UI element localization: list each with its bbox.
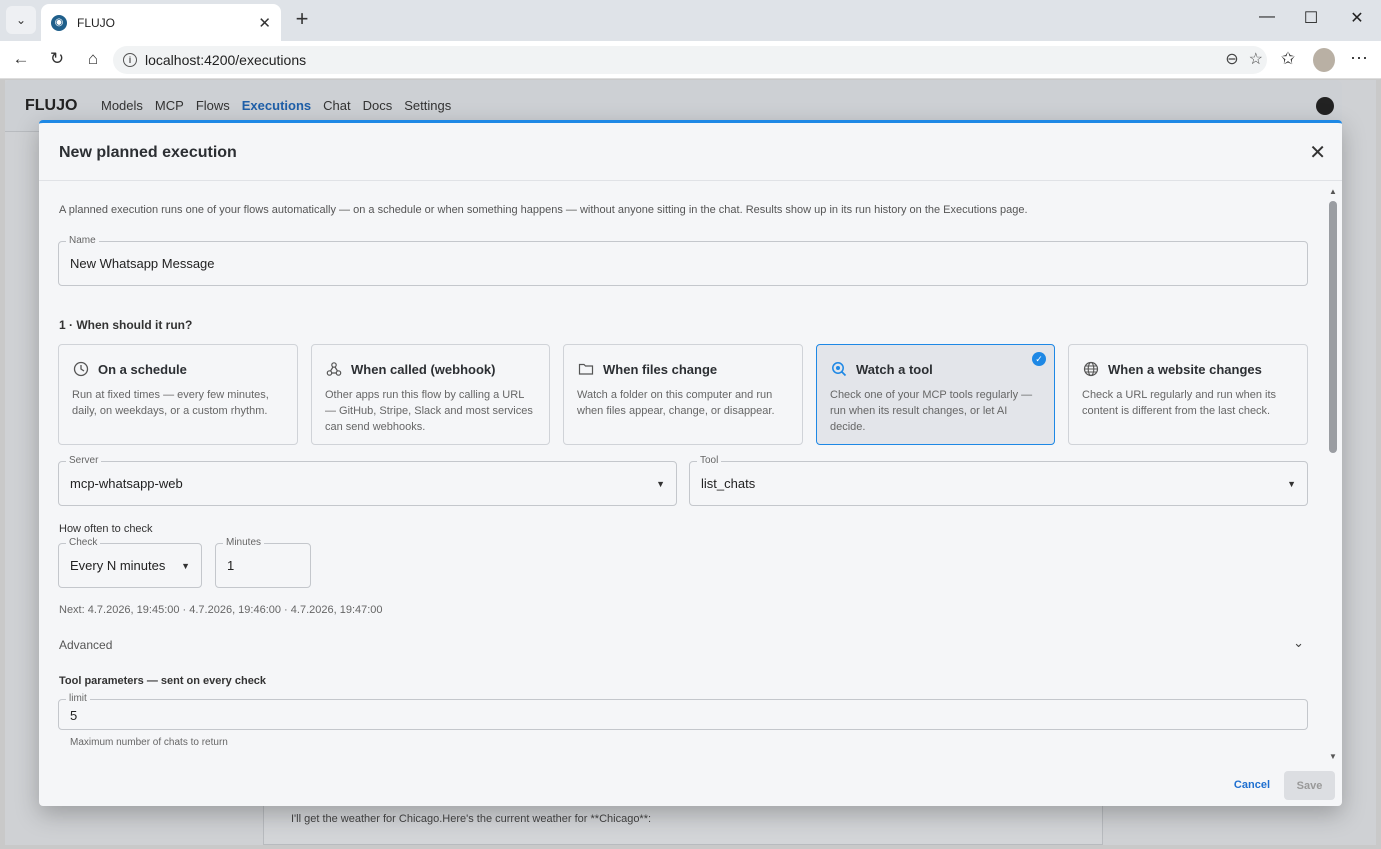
selected-check-icon: ✓ — [1032, 352, 1046, 366]
window-close-button[interactable]: ✕ — [1345, 8, 1369, 32]
name-field[interactable]: Name New Whatsapp Message — [58, 235, 1308, 286]
dropdown-caret-icon: ▼ — [1287, 479, 1296, 489]
nav-settings[interactable]: Settings — [404, 98, 451, 113]
name-label: Name — [66, 235, 99, 246]
more-menu-icon[interactable]: ⋯ — [1350, 48, 1368, 69]
trigger-title: When called (webhook) — [351, 361, 496, 377]
server-label: Server — [66, 455, 102, 466]
home-button[interactable]: ⌂ — [81, 49, 105, 71]
background-chat-panel: I'll get the weather for Chicago.Here's … — [263, 800, 1103, 845]
nav-executions[interactable]: Executions — [242, 98, 311, 113]
nav-models[interactable]: Models — [101, 98, 143, 113]
server-select[interactable]: Server mcp-whatsapp-web ▼ — [58, 455, 677, 506]
trigger-desc: Other apps run this flow by calling a UR… — [325, 389, 533, 433]
address-bar[interactable]: i localhost:4200/executions ⊖ ☆ — [113, 46, 1267, 74]
reload-button[interactable]: ↻ — [45, 49, 69, 71]
minutes-value: 1 — [227, 558, 235, 573]
check-label: Check — [66, 537, 101, 548]
limit-hint: Maximum number of chats to return — [70, 737, 228, 748]
back-button[interactable]: ← — [9, 49, 33, 71]
maximize-button[interactable]: ☐ — [1299, 8, 1323, 32]
folder-icon — [577, 360, 595, 378]
dropdown-caret-icon: ▼ — [181, 561, 190, 571]
chevron-down-icon: ⌄ — [15, 13, 27, 27]
scroll-down-icon[interactable]: ▼ — [1329, 752, 1337, 761]
dialog-title: New planned execution — [59, 144, 237, 161]
profile-avatar[interactable] — [1313, 48, 1335, 72]
tab-search-button[interactable]: ⌄ — [6, 6, 36, 34]
next-run-times: Next: 4.7.2026, 19:45:00 · 4.7.2026, 19:… — [59, 604, 383, 616]
cancel-button[interactable]: Cancel — [1234, 779, 1270, 791]
bookmark-star-icon[interactable]: ☆ — [1249, 49, 1263, 69]
dropdown-caret-icon: ▼ — [656, 479, 665, 489]
favorites-icon[interactable]: ✩ — [1276, 49, 1300, 71]
tool-label: Tool — [697, 455, 722, 466]
nav-mcp[interactable]: MCP — [155, 98, 184, 113]
theme-toggle-icon[interactable] — [1316, 97, 1334, 115]
name-value: New Whatsapp Message — [70, 256, 215, 271]
app-brand[interactable]: FLUJO — [25, 97, 77, 115]
background-chat-text: I'll get the weather for Chicago.Here's … — [291, 813, 652, 825]
trigger-title: When files change — [603, 361, 718, 377]
url-text: localhost:4200/executions — [145, 52, 307, 68]
trigger-card-files[interactable]: When files change Watch a folder on this… — [563, 344, 803, 445]
trigger-card-website[interactable]: When a website changes Check a URL regul… — [1068, 344, 1308, 445]
trigger-card-webhook[interactable]: When called (webhook) Other apps run thi… — [311, 344, 550, 445]
how-often-title: How often to check — [59, 523, 153, 535]
trigger-desc: Run at fixed times — every few minutes, … — [72, 389, 269, 417]
dialog-header: New planned execution ✕ — [39, 123, 1342, 181]
dialog-intro: A planned execution runs one of your flo… — [59, 204, 1028, 216]
webhook-icon — [325, 360, 343, 378]
trigger-card-schedule[interactable]: On a schedule Run at fixed times — every… — [58, 344, 298, 445]
trigger-title: On a schedule — [98, 361, 187, 377]
zoom-icon[interactable]: ⊖ — [1225, 49, 1238, 69]
trigger-desc: Check one of your MCP tools regularly — … — [830, 389, 1033, 433]
tool-params-title: Tool parameters — sent on every check — [59, 675, 267, 687]
minutes-input[interactable]: Minutes 1 — [215, 537, 311, 588]
minimize-button[interactable]: — — [1255, 8, 1279, 32]
server-value: mcp-whatsapp-web — [70, 476, 183, 491]
advanced-toggle[interactable]: Advanced — [59, 638, 112, 652]
check-value: Every N minutes — [70, 558, 166, 573]
clock-icon — [72, 360, 90, 378]
trigger-title: When a website changes — [1108, 361, 1262, 377]
minutes-label: Minutes — [223, 537, 265, 548]
trigger-desc: Check a URL regularly and run when its c… — [1082, 389, 1277, 417]
nav-docs[interactable]: Docs — [363, 98, 393, 113]
scrollbar-thumb[interactable] — [1329, 201, 1337, 453]
check-select[interactable]: Check Every N minutes ▼ — [58, 537, 202, 588]
flujo-favicon-icon: ◉ — [51, 14, 67, 31]
scroll-up-icon[interactable]: ▲ — [1329, 187, 1337, 196]
nav-chat[interactable]: Chat — [323, 98, 350, 113]
globe-icon — [1082, 360, 1100, 378]
close-icon[interactable]: ✕ — [1309, 140, 1326, 165]
limit-label: limit — [66, 693, 90, 704]
chevron-down-icon[interactable]: ⌄ — [1293, 635, 1304, 651]
new-execution-dialog: New planned execution ✕ A planned execut… — [39, 120, 1342, 806]
browser-tabbar: ⌄ ◉ FLUJO ✕ + — ☐ ✕ — [0, 0, 1381, 41]
site-info-icon[interactable]: i — [123, 53, 137, 67]
limit-value: 5 — [70, 708, 78, 723]
nav-flows[interactable]: Flows — [196, 98, 230, 113]
limit-input[interactable]: limit 5 — [58, 693, 1308, 730]
trigger-title: Watch a tool — [856, 361, 933, 377]
trigger-card-watch-tool[interactable]: ✓ Watch a tool Check one of your MCP too… — [816, 344, 1055, 445]
app-nav-menu: Models MCP Flows Executions Chat Docs Se… — [101, 98, 451, 113]
save-button[interactable]: Save — [1284, 771, 1335, 800]
browser-toolbar: ← ↻ ⌂ i localhost:4200/executions ⊖ ☆ ✩ — [0, 41, 1381, 79]
dialog-scrollbar[interactable]: ▲ ▼ — [1329, 187, 1337, 761]
new-tab-button[interactable]: + — [290, 8, 314, 32]
tool-value: list_chats — [701, 476, 756, 491]
tool-select[interactable]: Tool list_chats ▼ — [689, 455, 1308, 506]
watch-tool-icon — [830, 360, 848, 378]
trigger-desc: Watch a folder on this computer and run … — [577, 389, 775, 417]
browser-tab[interactable]: ◉ FLUJO ✕ — [41, 4, 281, 41]
when-section-title: 1 · When should it run? — [59, 318, 193, 332]
tab-close-icon[interactable]: ✕ — [258, 14, 271, 32]
tab-title: FLUJO — [77, 15, 116, 30]
